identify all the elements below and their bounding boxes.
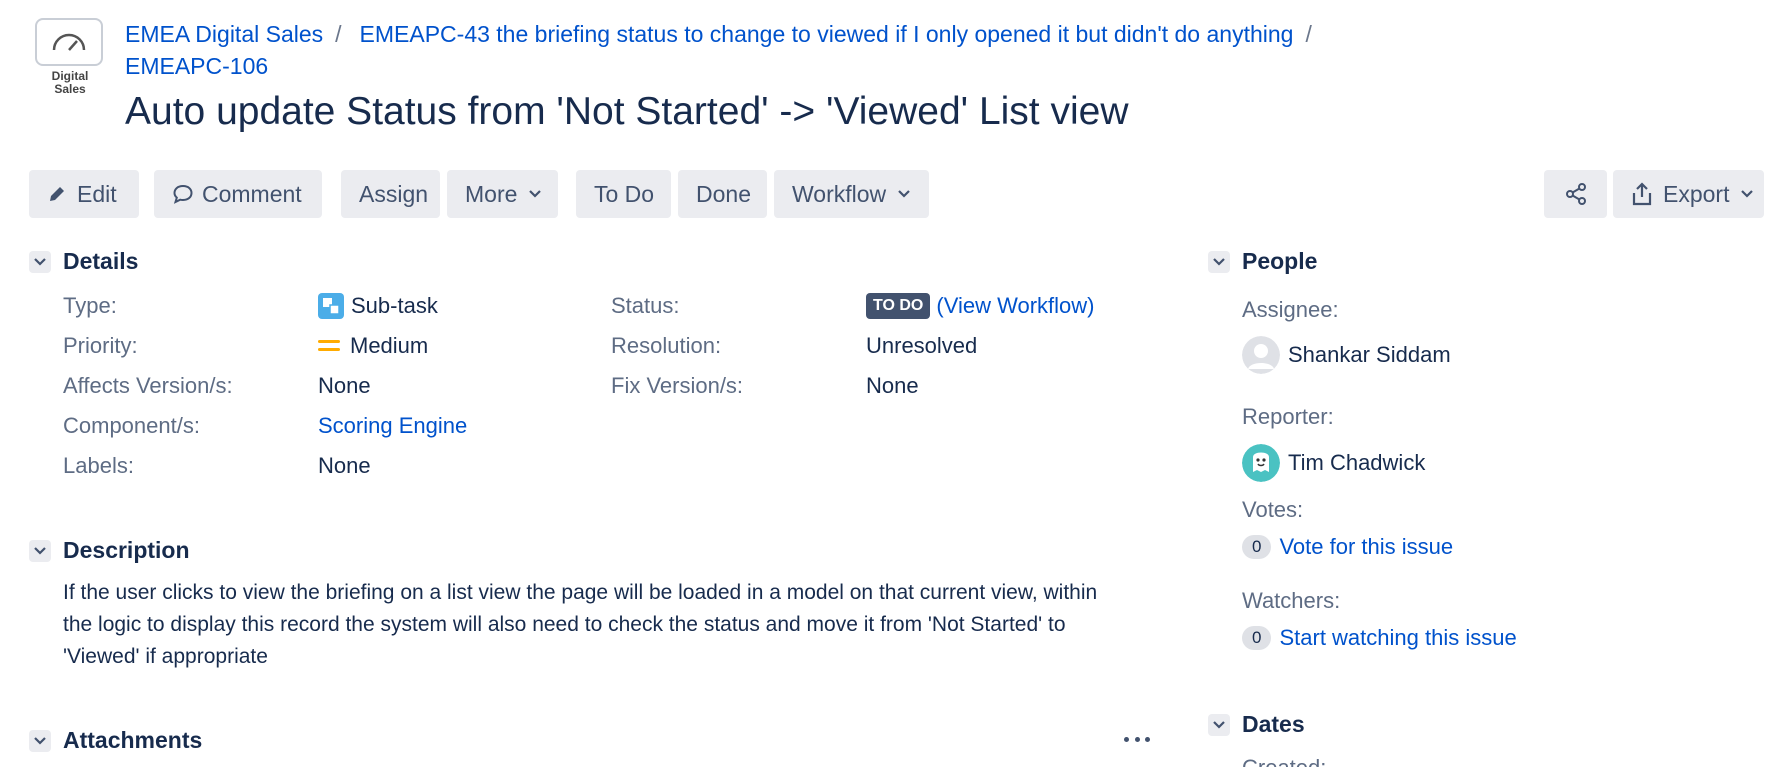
assignee-label: Assignee: [1242, 297, 1339, 322]
priority-label: Priority: [63, 333, 138, 358]
export-icon [1632, 182, 1652, 206]
assign-button-label: Assign [359, 180, 429, 207]
export-button-label: Export [1663, 180, 1730, 207]
breadcrumb-parent-link[interactable]: EMEAPC-43 the briefing status to change … [360, 21, 1294, 47]
gauge-icon [52, 33, 86, 51]
priority-value-text: Medium [350, 333, 429, 358]
attachments-section-header[interactable]: Attachments [29, 727, 202, 754]
attachments-heading: Attachments [63, 727, 203, 753]
people-heading: People [1242, 248, 1318, 274]
collapse-toggle[interactable] [29, 729, 51, 752]
collapse-toggle[interactable] [1208, 713, 1230, 736]
user-avatar [1242, 336, 1280, 374]
chevron-down-icon [529, 190, 542, 198]
votes-row: 0 Vote for this issue [1242, 534, 1453, 560]
status-label: Status: [611, 293, 680, 318]
watchers-row: 0 Start watching this issue [1242, 625, 1517, 651]
view-workflow-link[interactable]: (View Workflow) [936, 292, 1094, 320]
comment-icon [173, 184, 193, 204]
subtask-icon [318, 293, 344, 319]
edit-button[interactable]: Edit [29, 170, 139, 218]
chevron-down-icon [1213, 720, 1225, 729]
reporter-user[interactable]: Tim Chadwick [1242, 444, 1425, 482]
labels-value: None [318, 453, 371, 478]
affects-version-label: Affects Version/s: [63, 373, 233, 398]
breadcrumb-separator: / [1305, 21, 1312, 47]
description-heading: Description [63, 537, 190, 563]
resolution-value: Unresolved [866, 333, 978, 358]
component-link[interactable]: Scoring Engine [318, 412, 467, 440]
assign-button[interactable]: Assign [341, 170, 440, 218]
more-button-label: More [465, 180, 518, 207]
reporter-label: Reporter: [1242, 404, 1334, 429]
transition-todo-button[interactable]: To Do [576, 170, 671, 218]
description-text: If the user clicks to view the briefing … [63, 581, 1098, 668]
share-button[interactable] [1544, 170, 1607, 218]
more-icon[interactable] [1124, 729, 1150, 749]
watch-link[interactable]: Start watching this issue [1279, 625, 1516, 651]
reporter-name: Tim Chadwick [1288, 450, 1426, 475]
priority-value: Medium [318, 332, 428, 360]
details-section-header[interactable]: Details [29, 248, 138, 275]
breadcrumb-project-link[interactable]: EMEA Digital Sales [125, 21, 323, 47]
affects-version-value: None [318, 373, 371, 398]
created-label: Created: [1242, 754, 1326, 767]
workflow-button[interactable]: Workflow [774, 170, 929, 218]
vote-link[interactable]: Vote for this issue [1279, 534, 1453, 560]
votes-count-badge: 0 [1242, 535, 1272, 559]
more-button[interactable]: More [447, 170, 558, 218]
chevron-down-icon [898, 190, 910, 198]
priority-medium-icon [318, 340, 340, 351]
breadcrumb: EMEA Digital Sales / EMEAPC-43 the briefin… [125, 18, 1425, 82]
status-value: TO DO (View Workflow) [866, 292, 1094, 320]
chevron-down-icon [34, 736, 46, 745]
chevron-down-icon [1741, 190, 1754, 198]
assignee-name: Shankar Siddam [1288, 342, 1451, 367]
project-avatar-caption: Digital Sales [51, 69, 89, 96]
chevron-down-icon [34, 546, 46, 555]
watchers-count-badge: 0 [1242, 626, 1272, 650]
collapse-toggle[interactable] [29, 539, 51, 562]
fix-version-label: Fix Version/s: [611, 373, 744, 398]
pencil-icon [50, 187, 64, 201]
description-section-header[interactable]: Description [29, 537, 190, 564]
project-avatar[interactable]: Digital Sales [35, 18, 105, 96]
type-value-text: Sub-task [351, 293, 438, 318]
dates-heading: Dates [1242, 711, 1305, 737]
components-label: Component/s: [63, 413, 200, 438]
todo-button-label: To Do [594, 180, 655, 207]
chevron-down-icon [34, 257, 46, 266]
comment-button-label: Comment [202, 180, 302, 207]
page-title: Auto update Status from 'Not Started' ->… [125, 90, 1129, 133]
chevron-down-icon [1213, 257, 1225, 266]
collapse-toggle[interactable] [29, 250, 51, 273]
transition-done-button[interactable]: Done [678, 170, 767, 218]
watchers-label: Watchers: [1242, 588, 1341, 613]
type-value: Sub-task [318, 292, 438, 320]
comment-button[interactable]: Comment [154, 170, 322, 218]
breadcrumb-issue-key-link[interactable]: EMEAPC-106 [125, 53, 268, 79]
share-icon [1565, 183, 1586, 205]
edit-button-label: Edit [77, 180, 117, 207]
reporter-avatar [1242, 444, 1280, 482]
dates-section-header[interactable]: Dates [1208, 711, 1305, 738]
votes-label: Votes: [1242, 497, 1304, 522]
details-heading: Details [63, 248, 139, 274]
breadcrumb-separator: / [335, 21, 342, 47]
done-button-label: Done [696, 180, 751, 207]
workflow-button-label: Workflow [792, 180, 887, 207]
people-section-header[interactable]: People [1208, 248, 1317, 275]
status-badge: TO DO [866, 293, 931, 319]
assignee-user[interactable]: Shankar Siddam [1242, 336, 1451, 374]
type-label: Type: [63, 293, 117, 318]
fix-version-value: None [866, 373, 919, 398]
collapse-toggle[interactable] [1208, 250, 1230, 273]
export-button[interactable]: Export [1613, 170, 1764, 218]
resolution-label: Resolution: [611, 333, 722, 358]
issue-toolbar: Edit Comment Assign More To Do Done Work… [29, 170, 1764, 218]
labels-label: Labels: [63, 453, 134, 478]
